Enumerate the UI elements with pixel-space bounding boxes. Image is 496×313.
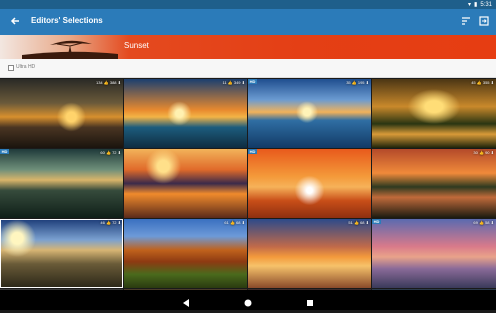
wallpaper-tile[interactable]: HD 60 👍 72 ⬇ — [0, 149, 123, 218]
category-banner: Sunset — [0, 35, 496, 59]
import-icon[interactable] — [477, 14, 491, 28]
tile-stats: 30 👍 90 ⬇ — [473, 150, 494, 155]
tile-stats: 51 👍 68 ⬇ — [348, 220, 369, 225]
hd-badge: HD — [0, 149, 9, 154]
tile-stats: 11 👍 349 ⬇ — [222, 80, 246, 85]
tile-stats: 134 👍 388 ⬇ — [95, 80, 121, 85]
wallpaper-tile[interactable]: 45 👍 355 ⬇ — [372, 79, 496, 148]
hd-badge: HD — [372, 219, 381, 224]
tree-silhouette-icon — [22, 35, 118, 59]
hd-badge: HD — [248, 79, 257, 84]
wallpaper-tile[interactable]: 61 👍 68 ⬇ — [124, 219, 247, 288]
tile-stats: 60 👍 72 ⬇ — [100, 150, 121, 155]
tile-stats: 61 👍 68 ⬇ — [224, 220, 245, 225]
nav-bar — [0, 290, 496, 310]
app-bar: Editors' Selections — [0, 9, 496, 35]
filter-bar: Ultra HD — [0, 59, 496, 78]
battery-icon: ▮ — [474, 2, 478, 8]
wallpaper-tile[interactable]: 51 👍 68 ⬇ — [248, 219, 371, 288]
wifi-icon: ▾ — [467, 2, 471, 8]
wallpaper-tile[interactable]: 11 👍 349 ⬇ — [124, 79, 247, 148]
nav-back-icon[interactable] — [181, 295, 191, 307]
wallpaper-tile[interactable]: 134 👍 388 ⬇ — [0, 79, 123, 148]
wallpaper-tile[interactable]: HD 69 👍 58 ⬇ — [372, 219, 496, 288]
ultra-hd-label: Ultra HD — [16, 64, 36, 70]
wallpaper-tile[interactable]: HD — [248, 149, 371, 218]
nav-recents-icon[interactable] — [305, 295, 315, 306]
sort-icon[interactable] — [459, 14, 473, 28]
tile-stats: 69 👍 58 ⬇ — [473, 220, 494, 225]
arrow-back-icon[interactable] — [8, 14, 22, 28]
hd-badge: HD — [248, 149, 257, 154]
ultra-hd-checkbox[interactable] — [8, 65, 14, 71]
clock: 5:31 — [480, 1, 492, 8]
wallpaper-grid: 134 👍 388 ⬇ 11 👍 349 ⬇ HD 35 👍 195 ⬇ 45 👍 35… — [0, 79, 496, 290]
wallpaper-tile[interactable]: HD 35 👍 195 ⬇ — [248, 79, 371, 148]
category-label: Sunset — [124, 41, 149, 50]
wallpaper-tile[interactable]: 30 👍 90 ⬇ — [372, 149, 496, 218]
tile-stats: 45 👍 355 ⬇ — [471, 80, 494, 85]
nav-home-icon[interactable] — [243, 295, 253, 307]
tile-stats: 46 👍 72 ⬇ — [100, 220, 121, 225]
wallpaper-tile[interactable]: 46 👍 72 ⬇ — [0, 219, 123, 288]
wallpaper-tile[interactable] — [124, 149, 247, 218]
tile-stats: 35 👍 195 ⬇ — [346, 80, 369, 85]
status-bar: ▾ ▮ 5:31 — [0, 0, 496, 9]
page-title: Editors' Selections — [31, 16, 103, 25]
